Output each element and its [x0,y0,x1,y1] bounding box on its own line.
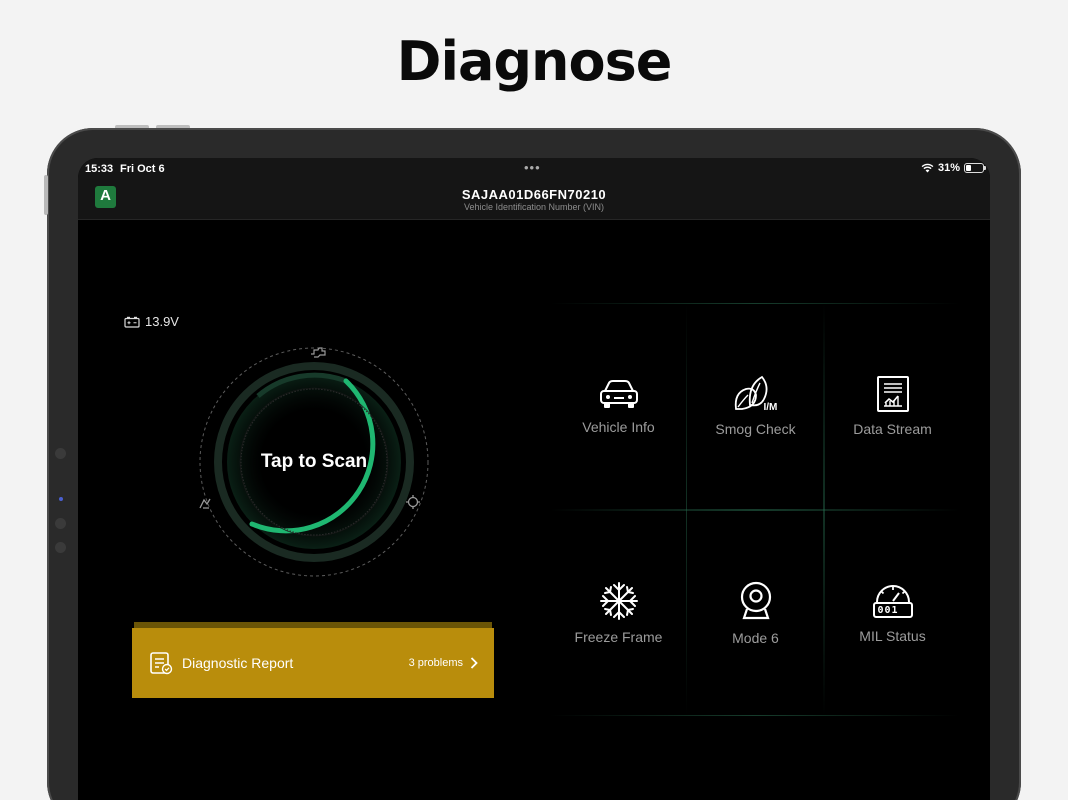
multitasking-dots[interactable]: ••• [524,160,541,175]
odometer-icon: 001 [872,582,914,620]
status-bar: 15:33 Fri Oct 6 ••• 31% [78,158,990,180]
scan-label[interactable]: Tap to Scan [196,344,432,580]
status-time: 15:33 [85,163,114,175]
smog-check-label: Smog Check [715,421,796,437]
status-right: 31% [921,162,986,174]
mil-status-label: MIL Status [859,628,926,644]
data-stream-label: Data Stream [853,421,932,437]
report-document-icon [150,652,173,675]
webcam-icon [740,581,771,620]
voltage-value: 13.9V [145,314,179,329]
camera-indicator [59,497,63,501]
nav-bar: A SAJAA01D66FN70210 Vehicle Identificati… [78,180,990,220]
vin-caption: Vehicle Identification Number (VIN) [463,202,605,212]
tablet-sensor [55,448,66,459]
page-headline: Diagnose [396,30,673,93]
function-grid: Vehicle Info I/M Smog Check Data Stream … [550,303,960,716]
vin-number: SAJAA01D66FN70210 [461,187,607,202]
smog-check-button[interactable]: I/M Smog Check [687,303,824,509]
report-title: Diagnostic Report [182,655,294,671]
data-stream-icon [876,376,909,412]
status-date: Fri Oct 6 [120,163,165,175]
diagnostic-report-button[interactable]: Diagnostic Report 3 problems [132,628,494,698]
tablet-sensor [55,542,66,553]
mode-6-button[interactable]: Mode 6 [687,510,824,716]
report-problem-count: 3 problems [408,657,463,669]
odometer-digits: 001 [877,605,899,616]
mode-6-label: Mode 6 [732,630,779,646]
scan-button[interactable]: Tap to Scan [196,344,432,580]
tablet-screen: 15:33 Fri Oct 6 ••• 31% A SAJAA01D66FN70… [78,158,990,800]
car-battery-icon [124,316,140,328]
leaf-im-icon: I/M [732,375,780,413]
chevron-right-icon [470,657,478,669]
car-icon [599,380,638,408]
vehicle-info-label: Vehicle Info [582,419,655,435]
snowflake-icon [599,582,638,620]
freeze-frame-button[interactable]: Freeze Frame [550,510,687,716]
battery-icon [964,163,986,173]
freeze-frame-label: Freeze Frame [574,629,663,645]
wifi-icon [921,163,934,173]
mil-status-button[interactable]: 001 MIL Status [824,510,961,716]
tablet-side-button [44,175,48,215]
smog-badge: I/M [763,402,778,413]
battery-voltage: 13.9V [124,314,179,329]
battery-percent: 31% [937,162,960,174]
data-stream-button[interactable]: Data Stream [824,303,961,509]
vehicle-info-button[interactable]: Vehicle Info [550,303,687,509]
tablet-sensor [55,518,66,529]
